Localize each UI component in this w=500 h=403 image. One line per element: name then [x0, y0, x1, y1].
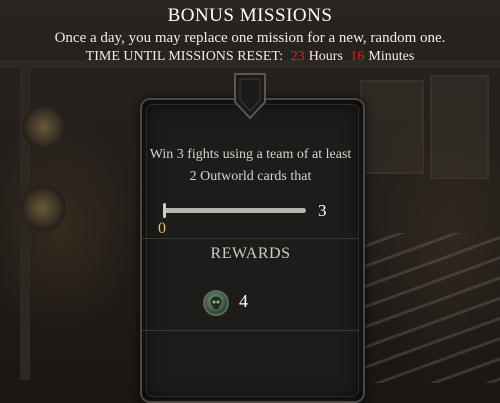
reset-timer: TIME UNTIL MISSIONS RESET: 23 Hours 16 Min… [0, 49, 500, 65]
minutes-value: 16 [350, 49, 365, 64]
subtitle: Once a day, you may replace one mission … [54, 30, 446, 46]
missions-header: BONUS MISSIONS Once a day, you may repla… [0, 0, 500, 65]
hours-label: Hours [308, 49, 343, 64]
mission-progress-bar [163, 203, 306, 218]
progress-fill [163, 203, 166, 218]
mission-description: Win 3 fights using a team of at least 2 … [149, 147, 352, 184]
progress-current: 0 [158, 220, 166, 237]
rewards-label: REWARDS [210, 245, 291, 262]
divider [142, 330, 359, 331]
minutes-label: Minutes [368, 49, 415, 64]
divider [142, 238, 359, 239]
reward-amount: 4 [239, 291, 248, 311]
koin-skull-icon [203, 290, 229, 316]
page-title: BONUS MISSIONS [167, 5, 333, 26]
timer-label: TIME UNTIL MISSIONS RESET: [85, 49, 284, 64]
hours-value: 23 [290, 49, 305, 64]
mission-emblem-icon [234, 73, 266, 120]
progress-max: 3 [318, 201, 327, 220]
